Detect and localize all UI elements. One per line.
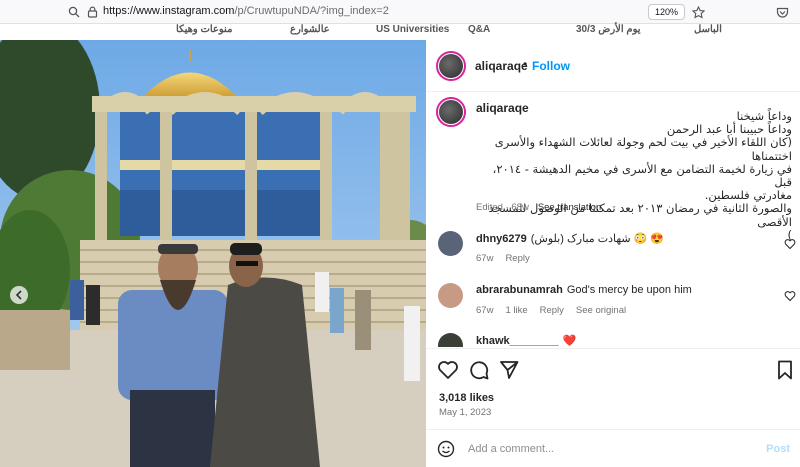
comment-username[interactable]: khawk________ ❤️ [476, 334, 576, 347]
caption-line: (كان اللقاء الأخير في بيت لحم وجولة لعائ… [494, 135, 792, 163]
comment-text: God's mercy be upon him [566, 284, 692, 296]
avatar[interactable] [436, 51, 466, 81]
bg-nav-item: US Universities [376, 24, 450, 35]
separator-dot: • [523, 57, 528, 71]
likes-count[interactable]: 3,018 likes [439, 392, 494, 404]
comment-text: ❤️ [562, 335, 577, 347]
bg-nav-item: Q&A [468, 24, 491, 35]
like-comment-heart-icon[interactable] [784, 238, 796, 250]
zoom-level[interactable]: 120% [648, 4, 686, 20]
caption-meta: Edited · 68w See translation [476, 202, 601, 213]
comment-meta: 67w 1 like Reply See original [476, 305, 638, 316]
comment-avatar[interactable] [438, 333, 463, 347]
post-image [0, 40, 426, 467]
reply-button[interactable]: Reply [505, 253, 529, 264]
comment-meta: 67w Reply [476, 253, 542, 264]
post-side-panel: aliqaraqe • Follow aliqaraqe وداعاً شيخن… [426, 40, 800, 467]
edited-timestamp: Edited · 68w [476, 202, 529, 213]
comment-age: 67w [476, 305, 494, 316]
comment-text: شهادت مبارک (بلوش) 😳 😍 [530, 233, 665, 245]
bg-nav-item: عالشوارع [290, 24, 330, 35]
carousel-previous-button[interactable] [10, 286, 28, 304]
bg-nav-item: منوعات وهيكا [176, 24, 233, 35]
browser-toolbar: https://www.instagram.com/p/CruwtupuNDA/… [0, 0, 800, 24]
comment-input[interactable]: Add a comment... [468, 443, 554, 455]
bookmark-star-icon[interactable] [690, 4, 706, 20]
see-original-link[interactable]: See original [576, 305, 626, 316]
background-site-nav: الباسل يوم الأرض 30/3 Q&A US Universitie… [0, 24, 800, 40]
url-path: /p/CruwtupuNDA/?img_index=2 [234, 5, 389, 17]
comment-avatar[interactable] [438, 231, 463, 256]
search-icon[interactable] [66, 4, 82, 20]
comment-avatar[interactable] [438, 283, 463, 308]
comment: khawk________ ❤️ [438, 333, 798, 347]
chevron-left-icon [15, 290, 22, 300]
see-translation-link[interactable]: See translation [538, 202, 601, 213]
header-username[interactable]: aliqaraqe [475, 59, 528, 73]
add-comment-bar: Add a comment... Post [426, 430, 800, 467]
pocket-icon[interactable] [774, 4, 790, 20]
caption-text: وداعاً شيخنا وداعاً حبيبنا أبا عبد الرحم… [476, 109, 792, 242]
caption-avatar[interactable] [436, 97, 466, 127]
bg-nav-item: الباسل [694, 24, 722, 35]
divider [426, 348, 800, 349]
save-bookmark-icon[interactable] [774, 359, 796, 381]
like-comment-heart-icon[interactable] [784, 290, 796, 302]
post-comment-button[interactable]: Post [766, 443, 790, 455]
post-photo[interactable] [0, 40, 426, 467]
action-bar [426, 356, 800, 386]
bg-nav-item: يوم الأرض 30/3 [576, 24, 641, 35]
share-send-icon[interactable] [498, 359, 520, 381]
post-date: May 1, 2023 [439, 407, 492, 418]
caption-line: في زيارة لخيمة التضامن مع الأسرى في مخيم… [492, 161, 792, 190]
address-bar[interactable]: https://www.instagram.com/p/CruwtupuNDA/… [103, 5, 389, 17]
comment-username[interactable]: dhny6279 شهادت مبارک (بلوش) 😳 😍 [476, 232, 664, 245]
comment-likes[interactable]: 1 like [505, 305, 527, 316]
comment-username[interactable]: abrarabunamrah God's mercy be upon him [476, 284, 692, 296]
follow-button[interactable]: Follow [532, 59, 570, 73]
url-host: https://www.instagram.com [103, 5, 235, 17]
like-heart-icon[interactable] [437, 359, 459, 381]
lock-icon[interactable] [84, 4, 100, 20]
comment-age: 67w [476, 253, 494, 264]
post-header: aliqaraqe • Follow [426, 40, 800, 92]
emoji-smiley-icon[interactable] [437, 440, 455, 458]
comment-bubble-icon[interactable] [468, 359, 490, 381]
reply-button[interactable]: Reply [540, 305, 564, 316]
